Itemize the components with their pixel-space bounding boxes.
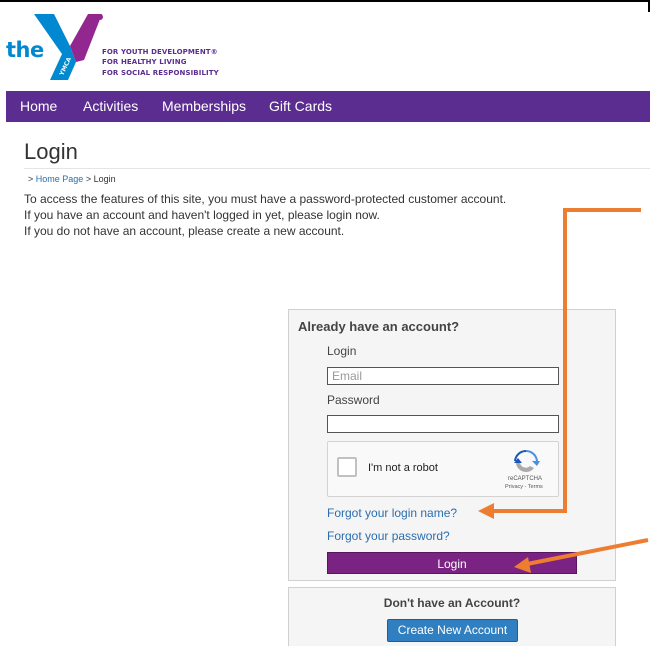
- intro-line-2: If you have an account and haven't logge…: [24, 208, 380, 222]
- password-input[interactable]: [327, 415, 559, 433]
- breadcrumb-home-link[interactable]: Home Page: [36, 174, 84, 184]
- login-field-label: Login: [327, 344, 357, 358]
- ymca-y-icon: YMCA: [34, 14, 103, 80]
- top-border-line: [0, 0, 650, 2]
- logo-tagline-2: FOR HEALTHY LIVING: [102, 58, 187, 66]
- forgot-password-link[interactable]: Forgot your password?: [327, 529, 450, 543]
- title-divider: [24, 168, 650, 169]
- intro-line-1: To access the features of this site, you…: [24, 192, 507, 206]
- create-new-account-button[interactable]: Create New Account: [387, 619, 518, 642]
- breadcrumb: > Home Page > Login: [28, 174, 116, 184]
- recaptcha-checkbox[interactable]: [337, 457, 357, 477]
- breadcrumb-current: Login: [93, 174, 116, 184]
- recaptcha-label: I'm not a robot: [368, 462, 438, 474]
- nav-item-home[interactable]: Home: [20, 98, 57, 114]
- nav-item-gift-cards[interactable]: Gift Cards: [269, 98, 332, 114]
- breadcrumb-separator: >: [85, 174, 92, 184]
- login-email-input[interactable]: [327, 367, 559, 385]
- ymca-logo[interactable]: the YMCA FOR YOUTH DEVELOPMENT® FOR HEAL…: [6, 8, 246, 84]
- intro-text: To access the features of this site, you…: [24, 191, 506, 239]
- login-button[interactable]: Login: [327, 552, 577, 574]
- recaptcha-brand: reCAPTCHA: [508, 476, 543, 482]
- nav-item-memberships[interactable]: Memberships: [162, 98, 246, 114]
- logo-tagline-1: FOR YOUTH DEVELOPMENT®: [102, 48, 218, 56]
- page-title: Login: [24, 139, 78, 164]
- main-nav-bar: Home Activities Memberships Gift Cards: [6, 91, 650, 122]
- create-account-title: Don't have an Account?: [383, 596, 521, 610]
- password-field-label: Password: [327, 393, 380, 407]
- login-panel-title: Already have an account?: [298, 319, 460, 334]
- recaptcha-privacy-terms[interactable]: Privacy - Terms: [505, 484, 543, 490]
- breadcrumb-prefix: >: [28, 174, 34, 184]
- nav-item-activities[interactable]: Activities: [83, 98, 138, 114]
- forgot-login-name-link[interactable]: Forgot your login name?: [327, 506, 457, 520]
- recaptcha-icon: [514, 449, 540, 473]
- intro-line-3: If you do not have an account, please cr…: [24, 224, 345, 238]
- logo-tagline-3: FOR SOCIAL RESPONSIBILITY: [102, 69, 219, 77]
